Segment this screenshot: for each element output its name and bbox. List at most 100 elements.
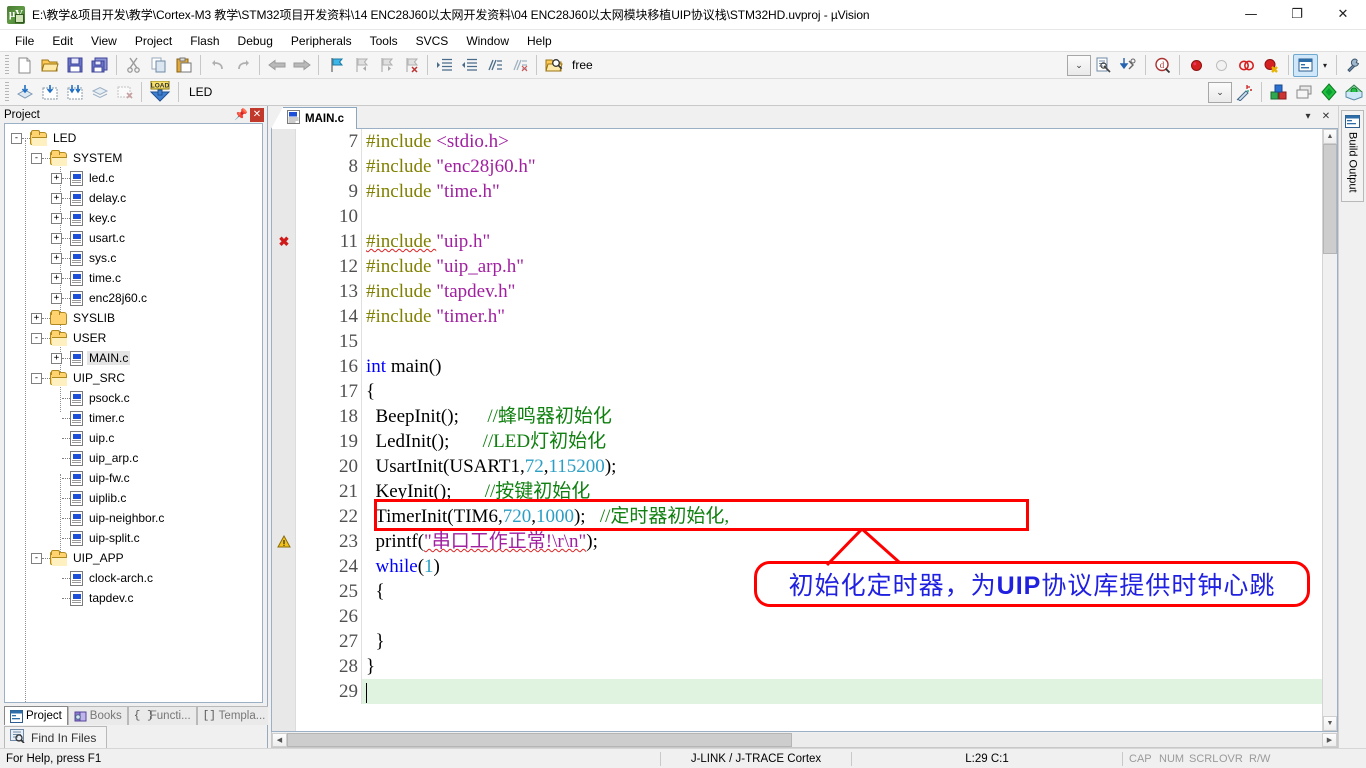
scroll-left-icon[interactable]: ◀ xyxy=(272,732,287,747)
code-line[interactable]: 22 TimerInit(TIM6,720,1000); //定时器初始化, xyxy=(296,504,1322,529)
tree-item-system[interactable]: - SYSTEM xyxy=(7,148,262,168)
code-line[interactable]: 14 #include "timer.h" xyxy=(296,304,1322,329)
target-selector-dropdown[interactable]: ⌄ xyxy=(1208,81,1232,103)
tab-list-dropdown-icon[interactable]: ▾ xyxy=(1300,109,1316,125)
target-selector-value[interactable]: LED xyxy=(183,85,303,99)
code-line[interactable]: 17{ xyxy=(296,379,1322,404)
tree-toggle-icon[interactable]: + xyxy=(51,192,62,204)
window-layout-dropdown[interactable]: ▾ xyxy=(1318,54,1332,77)
scroll-down-icon[interactable]: ▼ xyxy=(1323,716,1337,731)
tab-books[interactable]: Books xyxy=(67,706,128,725)
tree-toggle-icon[interactable]: + xyxy=(51,232,62,244)
menu-debug[interactable]: Debug xyxy=(229,31,282,51)
menu-file[interactable]: File xyxy=(6,31,43,51)
open-file-icon[interactable] xyxy=(37,54,62,77)
project-tree[interactable]: - LED - SYSTEM + led.c + delay.c + key.c + usart.c +… xyxy=(4,123,263,703)
tree-item-user[interactable]: - USER xyxy=(7,328,262,348)
window-layout-icon[interactable] xyxy=(1293,53,1318,77)
pack-installer-icon[interactable] xyxy=(1316,81,1341,104)
pack-manager-icon[interactable] xyxy=(1341,81,1366,104)
tree-item-psock-c[interactable]: psock.c xyxy=(7,388,262,408)
paste-icon[interactable] xyxy=(171,54,196,77)
tree-toggle-icon[interactable]: + xyxy=(51,172,62,184)
tree-toggle-icon[interactable]: - xyxy=(31,152,42,164)
horizontal-scroll-track[interactable] xyxy=(287,732,1322,747)
find-in-files-tab[interactable]: Find In Files xyxy=(4,726,108,748)
close-icon[interactable]: ✕ xyxy=(250,107,264,122)
tree-toggle-icon[interactable]: - xyxy=(31,372,42,384)
tree-item-key-c[interactable]: + key.c xyxy=(7,208,262,228)
code-line[interactable]: 20 UsartInit(USART1,72,115200); xyxy=(296,454,1322,479)
menu-tools[interactable]: Tools xyxy=(361,31,407,51)
redo-icon[interactable] xyxy=(230,54,255,77)
find-combo-dropdown[interactable]: ⌄ xyxy=(1067,54,1091,76)
copy-icon[interactable] xyxy=(146,54,171,77)
tree-toggle-icon[interactable]: + xyxy=(31,312,42,324)
code-line[interactable]: 15 xyxy=(296,329,1322,354)
build-output-tab[interactable]: Build Output xyxy=(1341,110,1364,202)
horizontal-scroll-thumb[interactable] xyxy=(287,732,792,747)
build-toolbar-grip[interactable] xyxy=(5,82,9,102)
tab-close-icon[interactable]: ✕ xyxy=(1318,109,1334,125)
tree-item-uip-src[interactable]: - UIP_SRC xyxy=(7,368,262,388)
menu-peripherals[interactable]: Peripherals xyxy=(282,31,361,51)
editor-marker-gutter[interactable]: ✖ xyxy=(272,129,296,731)
code-line[interactable]: 8 #include "enc28j60.h" xyxy=(296,154,1322,179)
tree-item-led-c[interactable]: + led.c xyxy=(7,168,262,188)
stop-build-icon[interactable] xyxy=(112,81,137,104)
save-icon[interactable] xyxy=(62,54,87,77)
tree-item-uip-c[interactable]: uip.c xyxy=(7,428,262,448)
tree-item-usart-c[interactable]: + usart.c xyxy=(7,228,262,248)
menu-flash[interactable]: Flash xyxy=(181,31,228,51)
tab-templates[interactable]: [] Templa... xyxy=(196,706,272,725)
target-options-icon[interactable] xyxy=(1232,81,1257,104)
code-line[interactable]: 28} xyxy=(296,654,1322,679)
batch-build-icon[interactable] xyxy=(87,81,112,104)
configure-icon[interactable] xyxy=(1341,54,1366,77)
warning-marker-icon[interactable] xyxy=(277,534,291,549)
menu-window[interactable]: Window xyxy=(457,31,518,51)
code-line[interactable]: 19 LedInit(); //LED灯初始化 xyxy=(296,429,1322,454)
code-line[interactable]: 10 xyxy=(296,204,1322,229)
editor-horizontal-scrollbar[interactable]: ◀ ▶ xyxy=(271,732,1338,748)
translate-icon[interactable] xyxy=(12,81,37,104)
code-line[interactable]: 18 BeepInit(); //蜂鸣器初始化 xyxy=(296,404,1322,429)
cut-icon[interactable] xyxy=(121,54,146,77)
tree-item-main-c[interactable]: + MAIN.c xyxy=(7,348,262,368)
code-line[interactable]: 23 printf("串口工作正常!\r\n"); xyxy=(296,529,1322,554)
tree-item-uip-fw-c[interactable]: uip-fw.c xyxy=(7,468,262,488)
tree-item-led[interactable]: - LED xyxy=(7,128,262,148)
bookmark-toggle-icon[interactable] xyxy=(323,54,348,77)
browse-symbol-icon[interactable]: d xyxy=(1150,54,1175,77)
navigate-forward-icon[interactable] xyxy=(289,54,314,77)
tree-item-uip-split-c[interactable]: uip-split.c xyxy=(7,528,262,548)
tree-item-tapdev-c[interactable]: tapdev.c xyxy=(7,588,262,608)
code-line[interactable]: 13 #include "tapdev.h" xyxy=(296,279,1322,304)
find-next-icon[interactable] xyxy=(1116,54,1141,77)
find-in-files-icon[interactable] xyxy=(541,54,566,77)
tree-item-uip-app[interactable]: - UIP_APP xyxy=(7,548,262,568)
bookmark-prev-icon[interactable] xyxy=(348,54,373,77)
code-line[interactable]: 27 } xyxy=(296,629,1322,654)
outdent-icon[interactable] xyxy=(457,54,482,77)
tree-item-timer-c[interactable]: timer.c xyxy=(7,408,262,428)
manage-components-icon[interactable] xyxy=(1266,81,1291,104)
tab-project[interactable]: Project xyxy=(4,706,68,725)
minimize-button[interactable]: — xyxy=(1228,0,1274,30)
code-line[interactable]: 7 #include <stdio.h> xyxy=(296,129,1322,154)
tree-item-uip-arp-c[interactable]: uip_arp.c xyxy=(7,448,262,468)
load-icon[interactable]: LOAD xyxy=(146,81,174,104)
tab-functions[interactable]: { } Functi... xyxy=(127,706,197,725)
code-text-area[interactable]: 7 #include <stdio.h> 8 #include "enc28j60.h… xyxy=(296,129,1322,731)
bookmark-next-icon[interactable] xyxy=(373,54,398,77)
save-all-icon[interactable] xyxy=(87,54,112,77)
code-line[interactable]: 12 #include "uip_arp.h" xyxy=(296,254,1322,279)
tree-toggle-icon[interactable]: - xyxy=(11,132,22,144)
undo-icon[interactable] xyxy=(205,54,230,77)
disable-all-breakpoints-icon[interactable] xyxy=(1259,54,1284,77)
incremental-find-icon[interactable] xyxy=(1091,54,1116,77)
code-line[interactable]: 21 KeyInit(); //按键初始化 xyxy=(296,479,1322,504)
scroll-right-icon[interactable]: ▶ xyxy=(1322,732,1337,747)
tree-toggle-icon[interactable]: + xyxy=(51,252,62,264)
tree-toggle-icon[interactable]: - xyxy=(31,332,42,344)
